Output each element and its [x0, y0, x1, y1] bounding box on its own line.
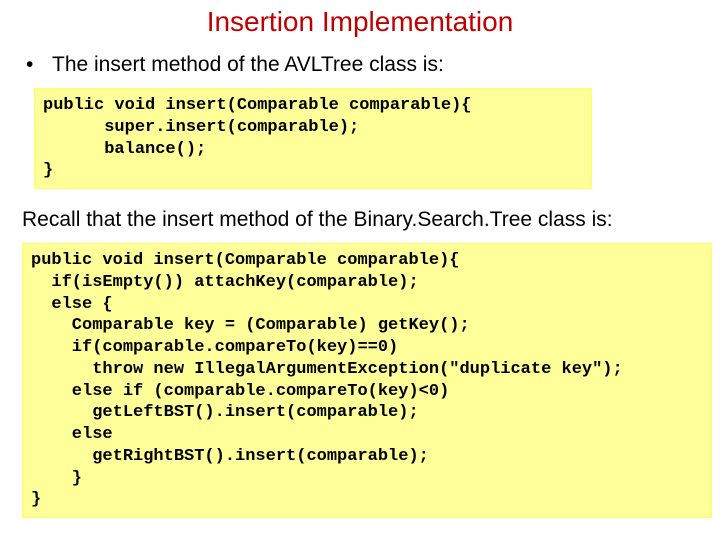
slide-title: Insertion Implementation [20, 6, 700, 38]
bullet-text: The insert method of the AVLTree class i… [52, 52, 444, 78]
paragraph: Recall that the insert method of the Bin… [22, 207, 700, 233]
code-block-avl: public void insert(Comparable comparable… [34, 88, 592, 189]
bullet-item: • The insert method of the AVLTree class… [26, 52, 700, 78]
code-block-bst: public void insert(Comparable comparable… [22, 243, 712, 518]
slide: Insertion Implementation • The insert me… [0, 0, 720, 540]
bullet-marker: • [26, 52, 52, 78]
